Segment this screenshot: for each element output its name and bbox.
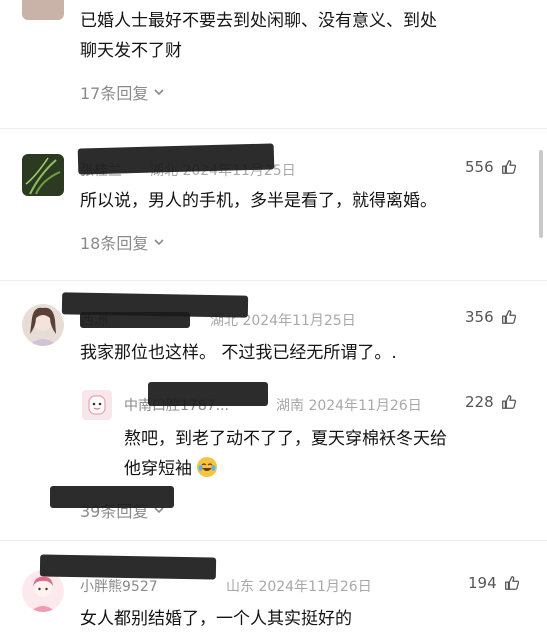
divider: [0, 280, 547, 281]
comment-text: 我家那位也这样。 不过我已经无所谓了。.: [80, 343, 397, 363]
thumb-up-icon: [504, 576, 519, 590]
view-replies-button[interactable]: 17条回复: [80, 80, 166, 104]
comment-meta: 湖南 2024年11月26日: [276, 398, 422, 414]
avatar[interactable]: [22, 154, 64, 196]
chevron-down-icon: [154, 239, 164, 246]
like-button[interactable]: 194: [468, 574, 521, 592]
comment-text: 女人都别结婚了，一个人其实挺好的: [80, 609, 352, 629]
reply-text: 熬吧，到老了动不了了，夏天穿棉袄冬天给 他穿短袖: [124, 429, 447, 479]
divider: [0, 128, 547, 129]
avatar[interactable]: [22, 0, 64, 20]
chevron-down-icon: [154, 89, 164, 96]
avatar[interactable]: [22, 304, 64, 346]
redaction-bar: [50, 486, 174, 508]
comment-text: 已婚人士最好不要去到处闲聊、没有意义、到处 聊天发不了财: [80, 11, 437, 61]
redaction-bar: [148, 382, 268, 406]
like-button[interactable]: 356: [465, 308, 518, 326]
thumb-up-icon: [501, 160, 516, 174]
comment-meta: 山东 2024年11月26日: [226, 579, 372, 595]
redaction-bar: [39, 554, 217, 580]
scrollbar[interactable]: [539, 150, 543, 238]
thumb-up-icon: [501, 395, 516, 409]
username[interactable]: 小胖熊9527: [80, 576, 158, 596]
divider: [0, 540, 547, 541]
thumb-up-icon: [501, 310, 516, 324]
comment-text: 所以说，男人的手机，多半是看了，就得离婚。: [80, 191, 437, 211]
redaction-bar: [80, 312, 190, 328]
like-button[interactable]: 228: [465, 393, 518, 411]
view-replies-button[interactable]: 18条回复: [80, 230, 166, 254]
redaction-bar: [77, 143, 275, 175]
avatar[interactable]: [82, 390, 112, 420]
laughing-tears-emoji: [197, 457, 218, 477]
like-button[interactable]: 556: [465, 158, 518, 176]
